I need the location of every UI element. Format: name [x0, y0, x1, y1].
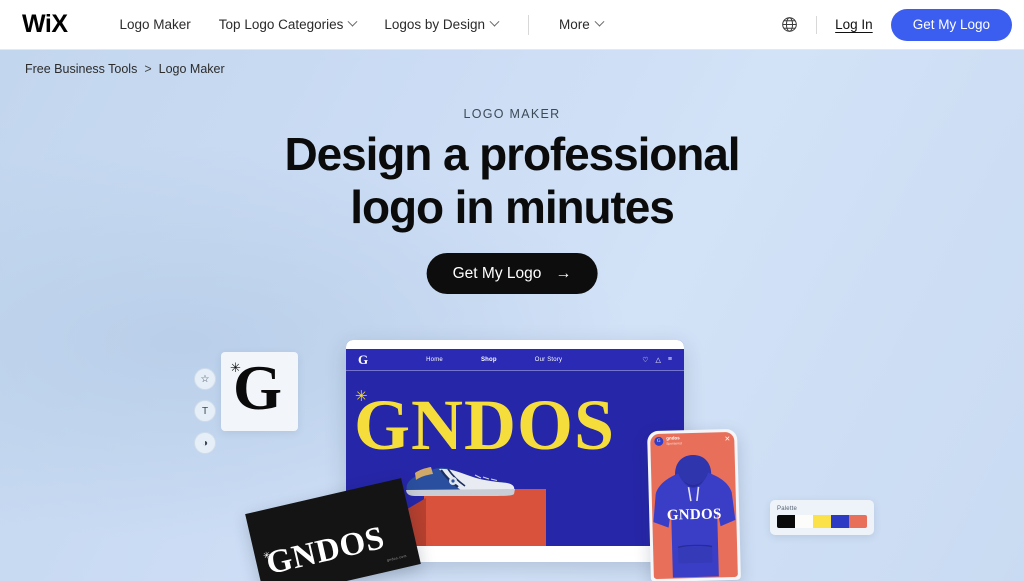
headline-line-2: logo in minutes [350, 181, 674, 234]
palette-swatches [777, 515, 867, 528]
story-account: gndos Sponsored [666, 435, 682, 446]
chevron-down-icon [489, 16, 500, 27]
star-icon[interactable]: ☆ [194, 368, 216, 390]
editor-tool-rail: ☆ T ◑ [194, 368, 216, 454]
chevron-down-icon [347, 16, 358, 27]
hero-get-my-logo-button[interactable]: Get My Logo → [426, 253, 598, 294]
account-subtitle: Sponsored [666, 441, 682, 446]
text-icon[interactable]: T [194, 400, 216, 422]
palette-widget[interactable]: Palette [770, 500, 874, 535]
header-actions: Log In Get My Logo [776, 8, 1024, 41]
chevron-down-icon [594, 16, 605, 27]
wix-logo[interactable]: WiX [22, 12, 68, 37]
breadcrumb-separator: > [144, 62, 152, 76]
nav-label: Top Logo Categories [218, 17, 344, 32]
breadcrumb: Free Business Tools > Logo Maker [25, 62, 225, 76]
site-nav-our-story[interactable]: Our Story [535, 357, 562, 363]
nav-item-more[interactable]: More [545, 11, 617, 38]
palette-label: Palette [777, 506, 798, 512]
breadcrumb-parent-link[interactable]: Free Business Tools [25, 62, 137, 76]
login-link[interactable]: Log In [835, 17, 873, 32]
business-card-wordmark: GNDOS [262, 519, 388, 581]
site-nav-shop[interactable]: Shop [481, 357, 497, 363]
nav-label: More [558, 17, 590, 32]
nav-item-top-logo-categories[interactable]: Top Logo Categories [205, 11, 371, 38]
site-nav-icons: ♡ △ ≡ [642, 356, 672, 364]
page-title: Design a professional logo in minutes [0, 128, 1024, 235]
logo-letter: G [233, 353, 283, 423]
logo-preview-card[interactable]: ✳ G [221, 352, 298, 431]
site-nav-home[interactable]: Home [426, 357, 443, 363]
sunburst-icon: ✳ [355, 388, 368, 405]
hero-eyebrow: LOGO MAKER [463, 107, 561, 121]
nav-divider [527, 14, 529, 35]
menu-icon[interactable]: ≡ [668, 356, 672, 364]
site-hero-wordmark: GNDOS [354, 385, 616, 465]
header-get-my-logo-button[interactable]: Get My Logo [890, 8, 1012, 41]
swatch-blue[interactable] [831, 515, 849, 528]
globe-icon[interactable] [776, 12, 802, 38]
business-card-fine-print: gndos.com [386, 553, 408, 563]
business-card-mockup: ✳ GNDOS gndos.com [245, 478, 421, 581]
hero-cta-label: Get My Logo [452, 264, 542, 282]
hero-illustration: ☆ T ◑ ✳ G G Home Shop Our Story ♡ △ ≡ ✳ … [0, 330, 1024, 581]
site-nav-links: Home Shop Our Story [426, 357, 562, 363]
swatch-white[interactable] [795, 515, 813, 528]
palette-icon[interactable]: ◑ [194, 432, 216, 454]
swatch-yellow[interactable] [813, 515, 831, 528]
breadcrumb-current: Logo Maker [158, 62, 225, 76]
bag-icon[interactable]: △ [656, 356, 661, 364]
hoodie-wordmark: GNDOS [666, 506, 722, 524]
heart-icon[interactable]: ♡ [642, 356, 648, 364]
phone-mockup: G gndos Sponsored ✕ GNDOS [647, 428, 741, 581]
sneaker-product-image [401, 463, 519, 497]
site-nav-bar: G Home Shop Our Story ♡ △ ≡ [346, 349, 684, 371]
page-root: WiX Logo Maker Top Logo Categories Logos… [0, 0, 1024, 581]
phone-screen: G gndos Sponsored ✕ GNDOS [650, 431, 738, 580]
nav-label: Logo Maker [119, 17, 191, 32]
header-divider [816, 15, 818, 34]
browser-chrome-bar [346, 340, 684, 349]
story-header: G gndos Sponsored ✕ [650, 432, 734, 448]
arrow-right-icon: → [555, 264, 572, 282]
site-logo: G [358, 352, 369, 367]
nav-label: Logos by Design [384, 17, 485, 32]
nav-item-logo-maker[interactable]: Logo Maker [106, 11, 205, 38]
swatch-black[interactable] [777, 515, 795, 528]
headline-line-1: Design a professional [284, 128, 741, 180]
close-icon[interactable]: ✕ [724, 436, 730, 443]
nav-item-logos-by-design[interactable]: Logos by Design [370, 11, 512, 38]
swatch-coral[interactable] [849, 515, 867, 528]
site-header: WiX Logo Maker Top Logo Categories Logos… [0, 0, 1024, 50]
main-nav: Logo Maker Top Logo Categories Logos by … [106, 11, 617, 38]
avatar: G [654, 436, 664, 446]
